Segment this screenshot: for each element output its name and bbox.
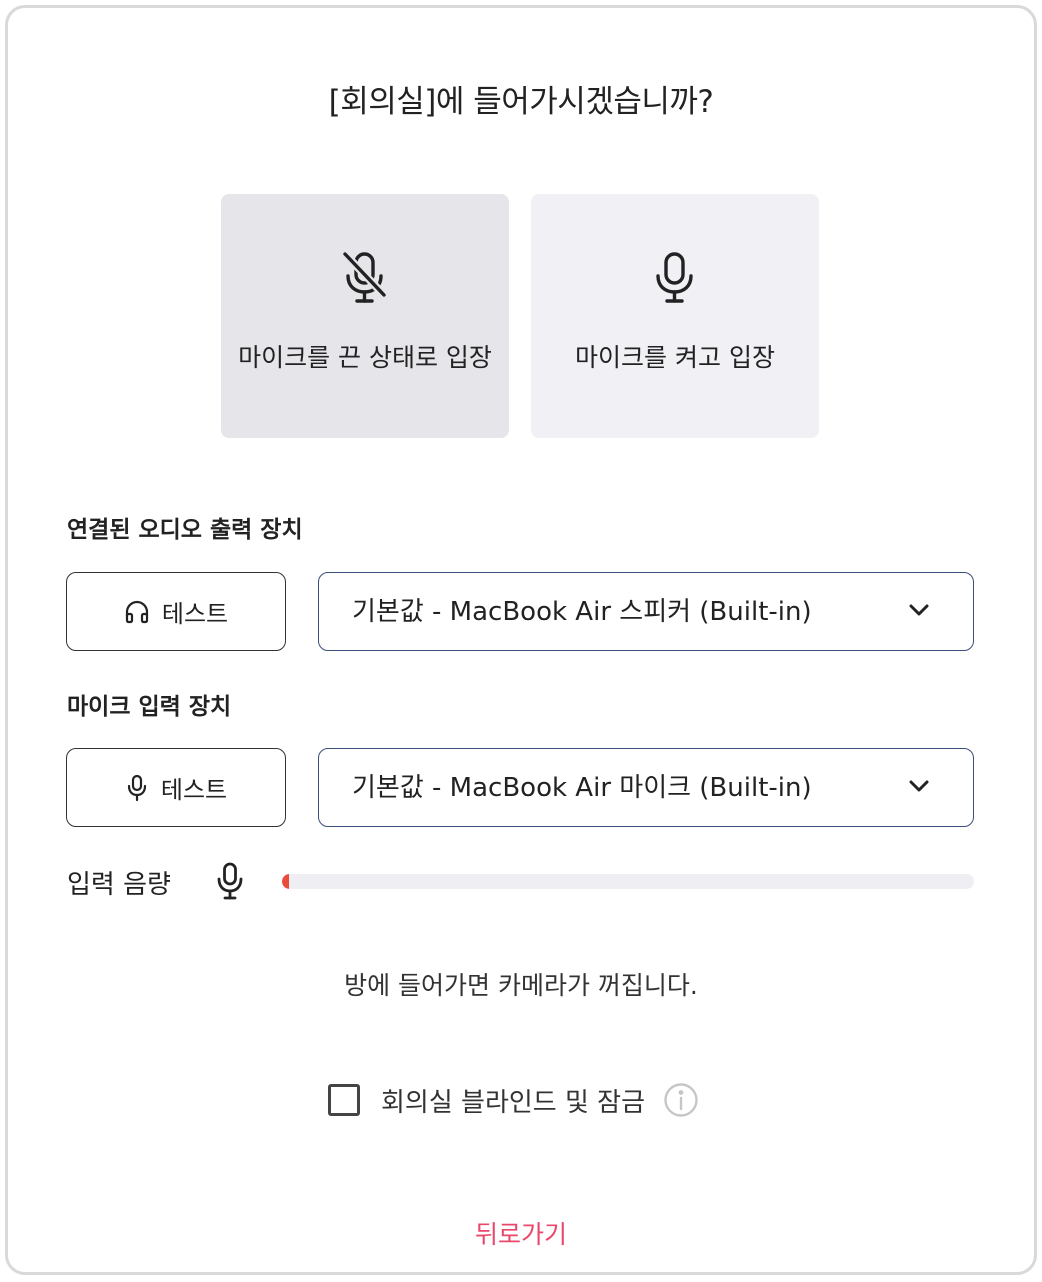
blind-lock-checkbox[interactable] bbox=[328, 1084, 360, 1116]
input-volume-label: 입력 음량 bbox=[67, 870, 171, 900]
chevron-down-icon bbox=[909, 604, 929, 616]
blind-lock-option: 회의실 블라인드 및 잠금 bbox=[328, 1080, 699, 1120]
speaker-test-button[interactable]: 테스트 bbox=[66, 572, 286, 651]
audio-output-section-label: 연결된 오디오 출력 장치 bbox=[67, 517, 303, 543]
mic-input-selected-value: 기본값 - MacBook Air 마이크 (Built-in) bbox=[352, 773, 812, 803]
mic-input-section-label: 마이크 입력 장치 bbox=[67, 694, 232, 720]
join-mic-off-button[interactable]: 마이크를 끈 상태로 입장 bbox=[221, 194, 509, 438]
info-icon[interactable] bbox=[663, 1082, 699, 1118]
mic-test-label: 테스트 bbox=[160, 776, 228, 804]
headphones-icon bbox=[125, 600, 148, 623]
input-volume-meter bbox=[282, 874, 974, 889]
speaker-test-label: 테스트 bbox=[161, 600, 229, 628]
mic-test-button[interactable]: 테스트 bbox=[66, 748, 286, 827]
join-mic-on-label: 마이크를 켜고 입장 bbox=[575, 343, 775, 372]
audio-output-selected-value: 기본값 - MacBook Air 스피커 (Built-in) bbox=[352, 597, 812, 627]
chevron-down-icon bbox=[909, 780, 929, 792]
back-button[interactable]: 뒤로가기 bbox=[0, 1215, 1042, 1251]
dialog-title: [회의실]에 들어가시겠습니까? bbox=[328, 84, 714, 120]
camera-off-notice: 방에 들어가면 카메라가 꺼집니다. bbox=[344, 971, 698, 1000]
mic-icon bbox=[127, 774, 146, 801]
mic-icon bbox=[656, 252, 693, 303]
join-mic-on-button[interactable]: 마이크를 켜고 입장 bbox=[531, 194, 819, 438]
mic-off-icon bbox=[341, 250, 388, 303]
mic-icon bbox=[217, 862, 243, 900]
audio-output-select[interactable]: 기본값 - MacBook Air 스피커 (Built-in) bbox=[318, 572, 974, 651]
blind-lock-label[interactable]: 회의실 블라인드 및 잠금 bbox=[381, 1082, 645, 1119]
mic-input-select[interactable]: 기본값 - MacBook Air 마이크 (Built-in) bbox=[318, 748, 974, 827]
join-mic-off-label: 마이크를 끈 상태로 입장 bbox=[238, 343, 492, 372]
